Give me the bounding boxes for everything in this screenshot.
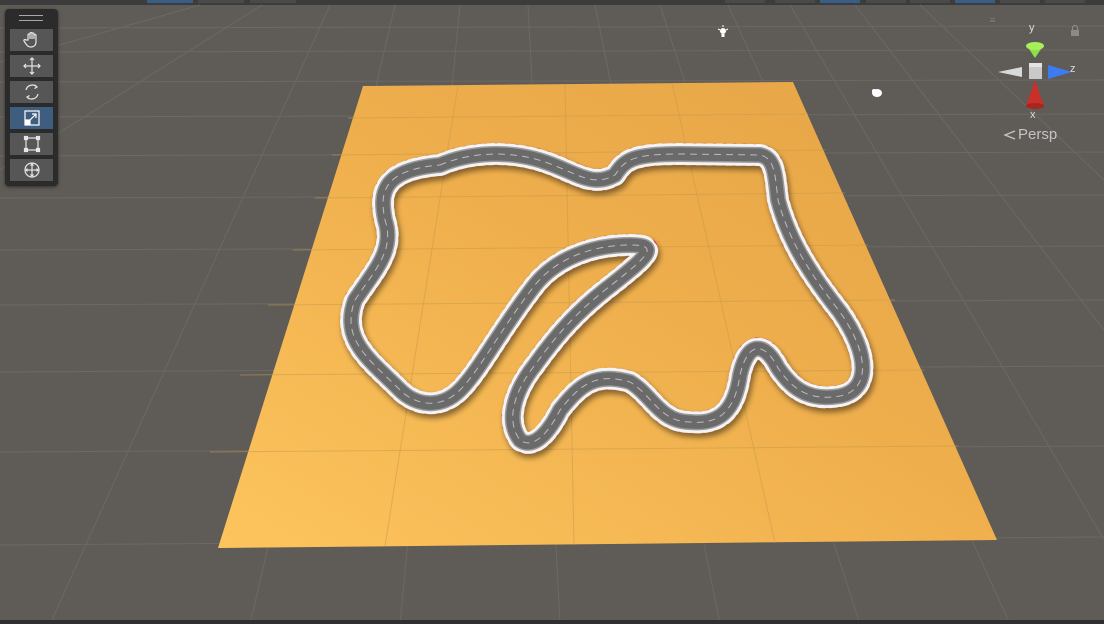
- rect-transform-icon: [23, 135, 40, 153]
- gizmo-y-label: y: [1029, 22, 1035, 34]
- scene-viewport[interactable]: y z x Persp: [0, 0, 1104, 624]
- rect-tool-button[interactable]: [9, 132, 54, 156]
- bottom-edge: [0, 620, 1104, 624]
- gizmo-x-label: x: [1030, 109, 1036, 121]
- perspective-icon: [1003, 129, 1016, 140]
- scene-render: [0, 4, 1104, 624]
- gizmo-x-cone: [1026, 80, 1044, 106]
- transform-tool-button[interactable]: [9, 158, 54, 182]
- tool-palette: [5, 9, 58, 186]
- hand-tool-button[interactable]: [9, 28, 54, 52]
- transform-icon: [23, 162, 40, 178]
- projection-label: Persp: [1018, 126, 1058, 143]
- projection-toggle[interactable]: Persp: [1003, 126, 1057, 143]
- scale-tool-button[interactable]: [9, 106, 54, 130]
- gizmo-axes: [980, 17, 1079, 109]
- gizmo-neg-x-cone: [998, 67, 1022, 77]
- rotate-icon: [24, 84, 39, 100]
- hand-icon: [22, 31, 37, 48]
- scale-icon: [23, 110, 40, 126]
- move-tool-button[interactable]: [9, 54, 54, 78]
- palette-grip[interactable]: [19, 15, 43, 21]
- lock-icon: [1071, 24, 1079, 36]
- gizmo-z-label: z: [1070, 63, 1076, 75]
- camera-icon: [872, 89, 882, 97]
- move-arrows-icon: [22, 57, 41, 75]
- rotate-tool-button[interactable]: [9, 80, 54, 104]
- gizmo-z-cone: [1048, 65, 1072, 79]
